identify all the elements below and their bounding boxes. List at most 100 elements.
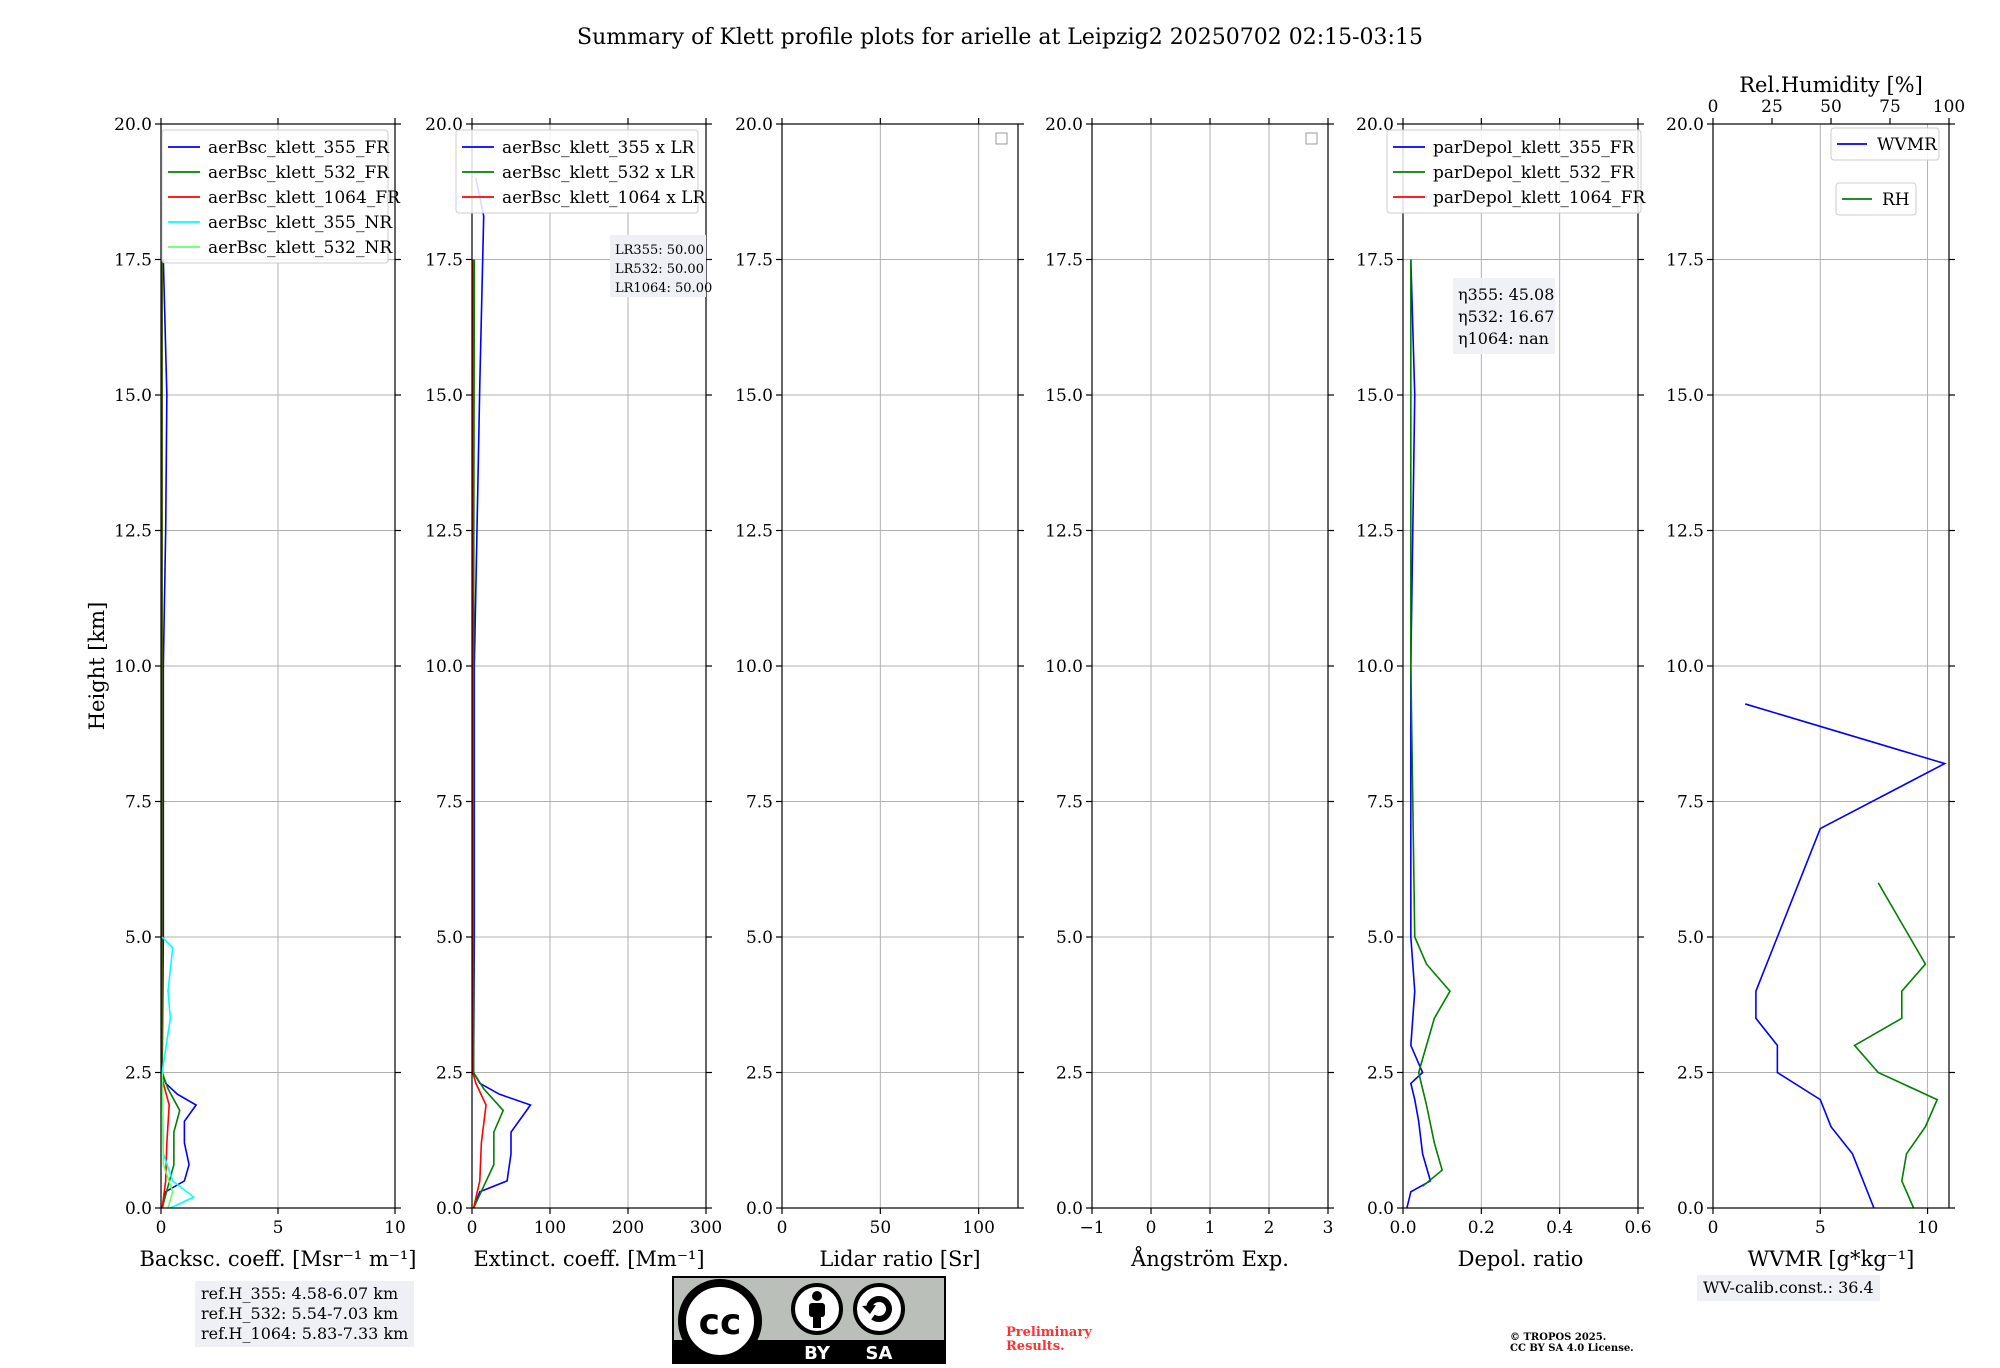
by-person-icon	[791, 1283, 843, 1335]
cc-by-text: BY	[804, 1343, 831, 1364]
panel-5: 0.02.55.07.510.012.515.017.520.00.0 0.2 0.…	[1356, 115, 1651, 1271]
y-tick-label: 15.0	[735, 386, 773, 406]
y-tick-label: 10.0	[735, 657, 773, 677]
y-tick-label: 17.5	[735, 251, 773, 271]
y-tick-label: 17.5	[1666, 251, 1704, 271]
x-tick-label: 50	[870, 1218, 892, 1238]
series-line	[472, 178, 532, 1209]
y-tick-label: 5.0	[1677, 928, 1704, 948]
y-tick-label: 15.0	[1666, 386, 1704, 406]
legend-label: parDepol_klett_532_FR	[1433, 163, 1636, 183]
y-tick-label: 10.0	[1045, 657, 1083, 677]
y-tick-label: 7.5	[125, 793, 152, 813]
figure: Summary of Klett profile plots for ariel…	[85, 25, 1965, 1271]
y-tick-label: 20.0	[735, 115, 773, 135]
y-tick-label: 17.5	[114, 251, 152, 271]
figure-title: Summary of Klett profile plots for ariel…	[577, 25, 1423, 50]
wv-calib-box: WV-calib.const.: 36.4	[1697, 1275, 1880, 1301]
panel-2: 0.02.55.07.510.012.515.017.520.00 100 200 3…	[425, 115, 722, 1271]
y-tick-label: 0.0	[746, 1199, 773, 1219]
panel-3: 0.0 2.5 5.0 7.5 10.0 12.5 15.0 17.5 20.0 0 50 100 Li…	[735, 115, 1024, 1271]
x-axis-label: Ångström Exp.	[1130, 1246, 1289, 1271]
legend-label: parDepol_klett_1064_FR	[1433, 188, 1646, 208]
empty-legend-box	[995, 132, 1008, 145]
series-line	[1853, 882, 1939, 1209]
y-tick-label: 2.5	[1367, 1064, 1394, 1084]
x-tick-label: 0	[1708, 1218, 1719, 1238]
y-tick-label: 7.5	[1056, 793, 1083, 813]
sa-share-alike-icon	[853, 1283, 905, 1335]
y-tick-label: 0.0	[125, 1199, 152, 1219]
x-tick-label: 0.2	[1468, 1218, 1495, 1238]
eta-annotation: η355: 45.08 η532: 16.67 η1064: nan	[1453, 278, 1555, 354]
y-tick-label: 10.0	[1356, 657, 1394, 677]
copyright-line-2: CC BY SA 4.0 License.	[1510, 1343, 1634, 1354]
x-axis-label: Lidar ratio [Sr]	[819, 1247, 980, 1271]
x-tick-label: 2	[1264, 1218, 1275, 1238]
legend-label: aerBsc_klett_355 x LR	[502, 138, 696, 158]
legend-label: RH	[1882, 190, 1910, 210]
x-axis-label: Backsc. coeff. [Msr⁻¹ m⁻¹]	[140, 1247, 417, 1271]
legend-label: parDepol_klett_355_FR	[1433, 138, 1636, 158]
preliminary-note: Preliminary Results.	[1006, 1326, 1092, 1354]
copyright-line-1: © TROPOS 2025.	[1510, 1332, 1607, 1343]
series-line	[161, 259, 198, 1209]
y-tick-label: 15.0	[114, 386, 152, 406]
y-tick-label: 15.0	[1045, 386, 1083, 406]
series-line	[1410, 259, 1451, 1187]
top-x-tick-label: 75	[1879, 97, 1901, 117]
y-tick-label: 2.5	[1056, 1064, 1083, 1084]
annotation-line: η532: 16.67	[1458, 307, 1554, 326]
y-tick-label: 17.5	[425, 251, 463, 271]
panel-6: 0.02.55.07.510.012.515.017.520.00 5 100 25 5…	[1666, 73, 1965, 1271]
y-tick-label: 0.0	[1677, 1199, 1704, 1219]
y-tick-label: 12.5	[735, 522, 773, 542]
y-tick-label: 20.0	[114, 115, 152, 135]
x-tick-label: 100	[534, 1218, 566, 1238]
y-tick-label: 10.0	[425, 657, 463, 677]
y-tick-label: 2.5	[746, 1064, 773, 1084]
y-tick-label: 17.5	[1045, 251, 1083, 271]
preliminary-line-1: Preliminary	[1006, 1325, 1092, 1340]
ref-height-1064: ref.H_1064: 5.83-7.33 km	[201, 1324, 409, 1343]
x-tick-label: 10	[384, 1218, 406, 1238]
y-tick-label: 5.0	[746, 928, 773, 948]
y-tick-label: 12.5	[425, 522, 463, 542]
x-tick-label: 0	[1146, 1218, 1157, 1238]
y-tick-label: 10.0	[114, 657, 152, 677]
ref-height-532: ref.H_532: 5.54-7.03 km	[201, 1304, 399, 1323]
preliminary-line-2: Results.	[1006, 1339, 1065, 1354]
y-tick-label: 20.0	[1666, 115, 1704, 135]
x-tick-label: 300	[690, 1218, 722, 1238]
ref-height-355: ref.H_355: 4.58-6.07 km	[201, 1284, 399, 1303]
x-tick-label: 0	[777, 1218, 788, 1238]
legend-label: WVMR	[1877, 135, 1938, 155]
cc-sa-text: SA	[866, 1343, 893, 1364]
x-tick-label: 100	[962, 1218, 994, 1238]
y-tick-label: 5.0	[1056, 928, 1083, 948]
y-tick-label: 10.0	[1666, 657, 1704, 677]
legend: parDepol_klett_355_FR parDepol_klett_532_…	[1386, 129, 1646, 214]
y-tick-label: 12.5	[1666, 522, 1704, 542]
x-tick-label: 10	[1917, 1218, 1939, 1238]
cc-text: cc	[699, 1302, 742, 1343]
annotation-line: η1064: nan	[1458, 329, 1549, 348]
grid	[781, 123, 1018, 1209]
top-x-tick-label: 25	[1761, 97, 1783, 117]
x-axis-label: Depol. ratio	[1458, 1247, 1584, 1271]
legend-label: aerBsc_klett_532_FR	[208, 163, 390, 183]
y-tick-label: 12.5	[1045, 522, 1083, 542]
annotation-line: LR532: 50.00	[615, 262, 704, 277]
cc-by-sa-logo: cc BY SA	[672, 1276, 946, 1364]
y-tick-label: 7.5	[436, 793, 463, 813]
legend-wvmr: WVMR	[1830, 127, 1940, 161]
empty-legend-box	[1305, 132, 1318, 145]
x-axis-label: Extinct. coeff. [Mm⁻¹]	[473, 1247, 704, 1271]
y-tick-label: 0.0	[1056, 1199, 1083, 1219]
legend-label: aerBsc_klett_1064 x LR	[502, 188, 706, 208]
top-x-tick-label: 50	[1820, 97, 1842, 117]
y-tick-label: 20.0	[1045, 115, 1083, 135]
y-axis-label: Height [km]	[85, 602, 109, 731]
y-tick-label: 0.0	[436, 1199, 463, 1219]
legend-label: aerBsc_klett_532 x LR	[502, 163, 696, 183]
